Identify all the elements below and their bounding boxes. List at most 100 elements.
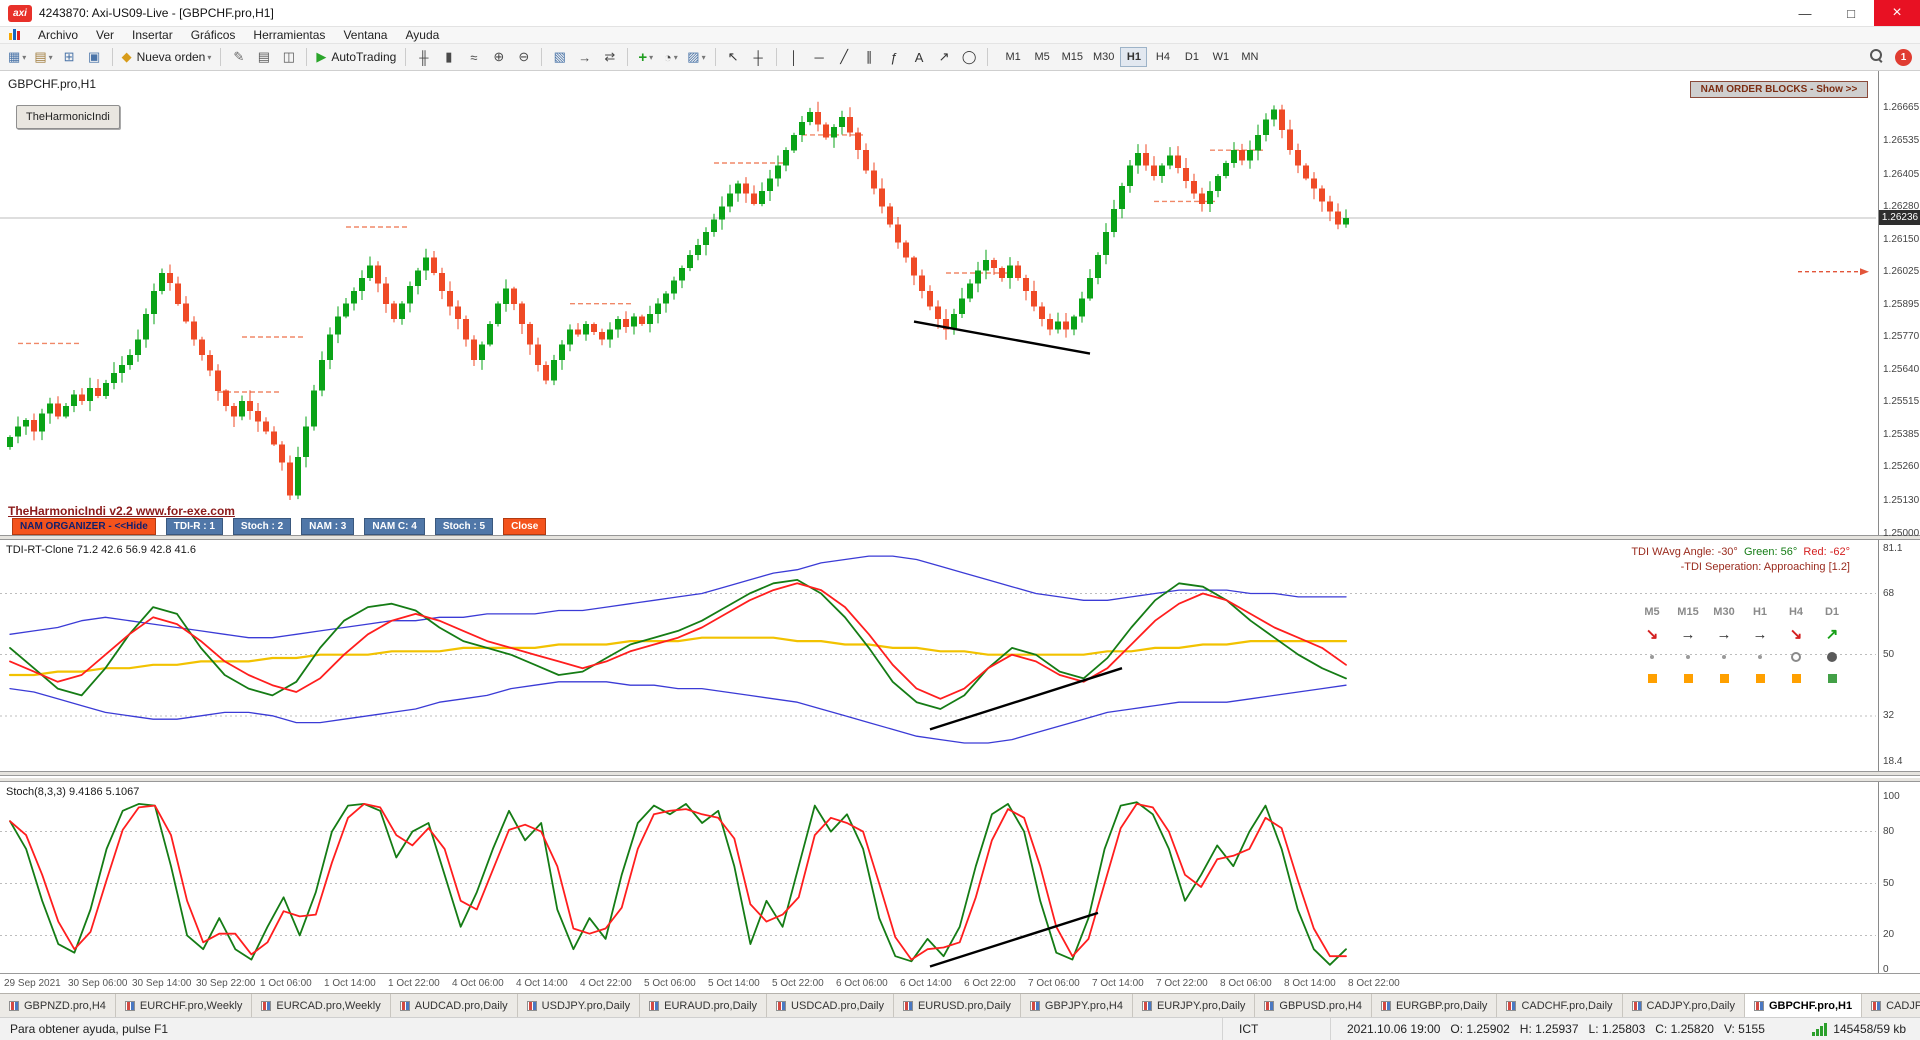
panel-button-nam-c-4[interactable]: NAM C: 4 — [364, 518, 424, 535]
panel-button-close[interactable]: Close — [503, 518, 546, 535]
timeframe-w1[interactable]: W1 — [1207, 47, 1234, 67]
matrix-square-d1-icon — [1814, 668, 1850, 688]
tab-eurchf-pro-weekly[interactable]: EURCHF.pro,Weekly — [116, 994, 253, 1017]
market-watch-button[interactable]: ⊞ — [58, 46, 81, 68]
time-label: 5 Oct 22:00 — [772, 978, 824, 989]
time-label: 8 Oct 06:00 — [1220, 978, 1272, 989]
menu-ayuda[interactable]: Ayuda — [396, 27, 448, 44]
panel-button-tdi-r-1[interactable]: TDI-R : 1 — [166, 518, 223, 535]
zoom-in-button[interactable]: ⊕ — [487, 46, 510, 68]
tab-eurcad-pro-weekly[interactable]: EURCAD.pro,Weekly — [252, 994, 390, 1017]
tdi-scale-label: 81.1 — [1883, 543, 1902, 554]
tdi-indicator-pane[interactable]: TDI-RT-Clone 71.2 42.6 56.9 42.8 41.6 TD… — [0, 540, 1920, 771]
shapes-button[interactable]: ◯ — [958, 46, 981, 68]
templates-button[interactable]: ▨▾ — [684, 46, 708, 68]
fibonacci-button[interactable]: ƒ — [883, 46, 906, 68]
equidistant-channel-button[interactable]: ∥ — [858, 46, 881, 68]
menu-herramientas[interactable]: Herramientas — [244, 27, 334, 44]
arrows-tool-button[interactable]: ↗ — [933, 46, 956, 68]
menu-archivo[interactable]: Archivo — [29, 27, 87, 44]
tdi-chart-canvas[interactable] — [0, 540, 1876, 771]
notification-button[interactable]: 1 — [1895, 49, 1912, 66]
menu-gr-ficos[interactable]: Gráficos — [182, 27, 245, 44]
vertical-line-button[interactable]: │ — [783, 46, 806, 68]
panel-button-nam-3[interactable]: NAM : 3 — [301, 518, 354, 535]
candlestick-mode-button[interactable]: ▮ — [437, 46, 460, 68]
new-chart-dropdown-icon: ▾ — [22, 53, 26, 62]
chart-tab-icon — [1506, 1001, 1516, 1011]
expert-advisors-button[interactable]: ✎ — [227, 46, 250, 68]
main-chart-pane[interactable]: GBPCHF.pro,H1 TheHarmonicIndi NAM ORDER … — [0, 71, 1920, 535]
menu-ver[interactable]: Ver — [87, 27, 123, 44]
auto-scroll-button[interactable]: → — [573, 46, 596, 68]
new-chart-button[interactable]: ▦▾ — [5, 46, 29, 68]
timeframe-m30[interactable]: M30 — [1089, 47, 1118, 67]
print-button[interactable]: ▤ — [252, 46, 275, 68]
harmonic-indicator-button[interactable]: TheHarmonicIndi — [16, 105, 120, 129]
panel-button-stoch-5[interactable]: Stoch : 5 — [435, 518, 493, 535]
price-label: 1.25000 — [1883, 528, 1919, 539]
main-chart-canvas[interactable] — [0, 71, 1876, 535]
stochastic-chart-canvas[interactable] — [0, 782, 1876, 973]
cursor-button[interactable]: ↖ — [722, 46, 745, 68]
price-label: 1.25770 — [1883, 331, 1919, 342]
menu-ventana[interactable]: Ventana — [334, 27, 396, 44]
stochastic-pane[interactable]: Stoch(8,3,3) 9.4186 5.1067 1008050200 — [0, 782, 1920, 973]
trendline-button[interactable]: ╱ — [833, 46, 856, 68]
periods-icon: ◔ — [664, 50, 672, 65]
nam-order-blocks-button[interactable]: NAM ORDER BLOCKS - Show >> — [1690, 81, 1868, 98]
chart-shift-button[interactable]: ⇄ — [598, 46, 621, 68]
maximize-button[interactable]: □ — [1828, 0, 1874, 26]
tab-gbpusd-pro-h4[interactable]: GBPUSD.pro,H4 — [1255, 994, 1372, 1017]
time-label: 1 Oct 06:00 — [260, 978, 312, 989]
timeframe-m15[interactable]: M15 — [1058, 47, 1087, 67]
matrix-col-m30: M30 — [1706, 602, 1742, 622]
tab-gbpjpy-pro-h4[interactable]: GBPJPY.pro,H4 — [1021, 994, 1133, 1017]
chart-tab-icon — [9, 1001, 19, 1011]
text-label-button[interactable]: A — [908, 46, 931, 68]
tab-eurgbp-pro-daily[interactable]: EURGBP.pro,Daily — [1372, 994, 1498, 1017]
timeframe-m1[interactable]: M1 — [1000, 47, 1027, 67]
new-order-button[interactable]: ◆Nueva orden▾ — [119, 46, 215, 68]
timeframe-h1[interactable]: H1 — [1120, 47, 1147, 67]
indicators-button[interactable]: +▾ — [634, 46, 657, 68]
print-preview-button[interactable]: ◫ — [277, 46, 300, 68]
time-label: 6 Oct 06:00 — [836, 978, 888, 989]
horizontal-line-button[interactable]: ─ — [808, 46, 831, 68]
minimize-button[interactable]: — — [1782, 0, 1828, 26]
timeframe-h4[interactable]: H4 — [1149, 47, 1176, 67]
panel-button-stoch-2[interactable]: Stoch : 2 — [233, 518, 291, 535]
tab-label: EURAUD.pro,Daily — [664, 1000, 757, 1012]
time-label: 4 Oct 14:00 — [516, 978, 568, 989]
tab-usdcad-pro-daily[interactable]: USDCAD.pro,Daily — [767, 994, 894, 1017]
tab-eurjpy-pro-daily[interactable]: EURJPY.pro,Daily — [1133, 994, 1255, 1017]
timeframe-d1[interactable]: D1 — [1178, 47, 1205, 67]
pane-splitter-2[interactable] — [0, 771, 1920, 782]
panel-button-nam-organizer-hide[interactable]: NAM ORGANIZER - <<Hide — [12, 518, 156, 535]
zoom-out-button[interactable]: ⊖ — [512, 46, 535, 68]
autotrading-button[interactable]: ▶AutoTrading — [313, 46, 399, 68]
profiles-button[interactable]: ▤▾ — [31, 46, 55, 68]
menu-insertar[interactable]: Insertar — [123, 27, 182, 44]
search-button[interactable] — [1869, 48, 1883, 67]
tab-usdjpy-pro-daily[interactable]: USDJPY.pro,Daily — [518, 994, 640, 1017]
tile-windows-button[interactable]: ▧ — [548, 46, 571, 68]
tab-euraud-pro-daily[interactable]: EURAUD.pro,Daily — [640, 994, 767, 1017]
line-chart-mode-button[interactable]: ≈ — [462, 46, 485, 68]
price-label: 1.26665 — [1883, 102, 1919, 113]
tab-audcad-pro-daily[interactable]: AUDCAD.pro,Daily — [391, 994, 518, 1017]
tab-eurusd-pro-daily[interactable]: EURUSD.pro,Daily — [894, 994, 1021, 1017]
tab-cadjpy-pro-h1[interactable]: CADJPY.pro,H1 — [1862, 994, 1920, 1017]
tab-gbpchf-pro-h1[interactable]: GBPCHF.pro,H1 — [1745, 994, 1862, 1017]
tab-gbpnzd-pro-h4[interactable]: GBPNZD.pro,H4 — [0, 994, 116, 1017]
data-window-button[interactable]: ▣ — [83, 46, 106, 68]
crosshair-button[interactable]: ┼ — [747, 46, 770, 68]
timeframe-m5[interactable]: M5 — [1029, 47, 1056, 67]
timeframe-mn[interactable]: MN — [1236, 47, 1263, 67]
tab-cadjpy-pro-daily[interactable]: CADJPY.pro,Daily — [1623, 994, 1745, 1017]
close-button[interactable]: × — [1874, 0, 1920, 26]
periods-button[interactable]: ◔▾ — [659, 46, 682, 68]
bar-chart-mode-button[interactable]: ╫ — [412, 46, 435, 68]
tab-cadchf-pro-daily[interactable]: CADCHF.pro,Daily — [1497, 994, 1622, 1017]
zoom-out-icon: ⊖ — [518, 49, 529, 65]
